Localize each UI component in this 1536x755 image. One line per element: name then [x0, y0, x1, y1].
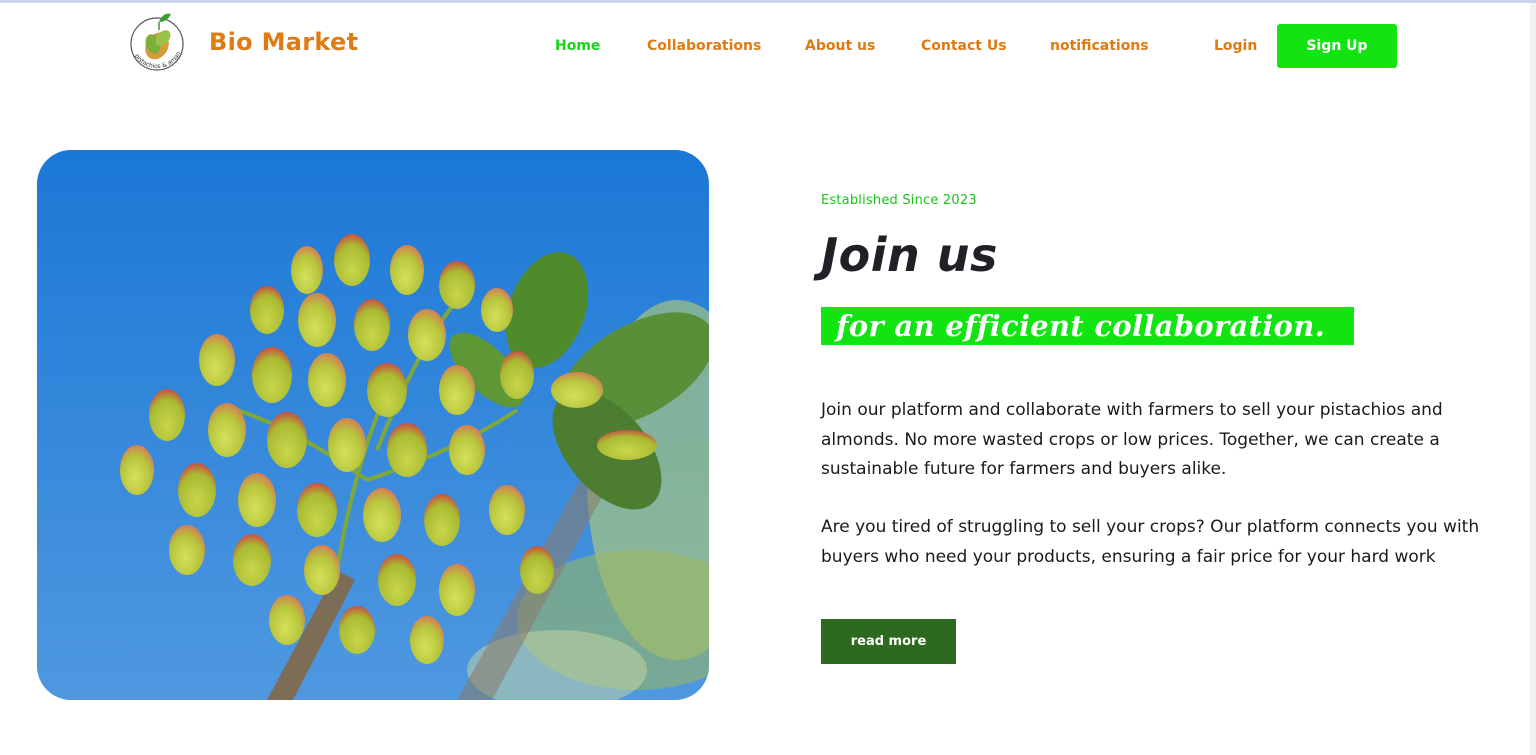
- nav-contact-us[interactable]: Contact Us: [921, 38, 1007, 54]
- established-tagline: Established Since 2023: [821, 193, 977, 208]
- scrollbar[interactable]: [1530, 3, 1536, 755]
- sign-up-button[interactable]: Sign Up: [1277, 24, 1397, 68]
- hero-title: Join us: [821, 228, 998, 282]
- nav-login[interactable]: Login: [1214, 38, 1257, 54]
- nav-notifications[interactable]: notifications: [1050, 38, 1149, 54]
- hero-paragraph-1: Join our platform and collaborate with f…: [821, 400, 1443, 479]
- pistachio-photo: [37, 150, 709, 700]
- brand-name[interactable]: Bio Market: [209, 28, 358, 56]
- bio-market-logo[interactable]: pistachios & amandes bio: [117, 3, 195, 74]
- read-more-button[interactable]: read more: [821, 619, 956, 664]
- nav-about-us[interactable]: About us: [805, 38, 875, 54]
- nav-collaborations[interactable]: Collaborations: [647, 38, 761, 54]
- hero-paragraph-2: Are you tired of struggling to sell your…: [821, 517, 1480, 567]
- hero-highlight: for an efficient collaboration.: [821, 307, 1354, 345]
- nav-home[interactable]: Home: [555, 38, 600, 54]
- site-header: pistachios & amandes bio Bio Market Home…: [0, 3, 1536, 89]
